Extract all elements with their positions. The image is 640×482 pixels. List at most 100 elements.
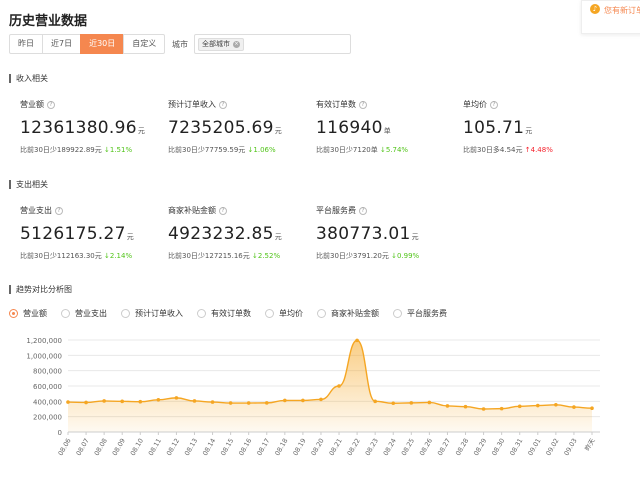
metric-value: 105.71 xyxy=(463,118,525,138)
data-point xyxy=(409,401,414,405)
metric-unit: 单 xyxy=(383,127,392,135)
data-point xyxy=(246,401,251,405)
question-circle-icon[interactable]: ? xyxy=(47,100,55,109)
radio-icon xyxy=(61,309,70,318)
x-tick-label: 08.28 xyxy=(454,437,470,457)
data-point xyxy=(572,405,576,409)
x-tick-label: 08.13 xyxy=(183,437,199,457)
radio-merchant-subsidy[interactable]: 商家补贴金额 xyxy=(317,308,379,319)
metric-compare: 比前30日少112163.30元 xyxy=(20,252,102,260)
metric-compare: 比前30日少3791.20元 xyxy=(316,252,389,260)
metric-valid-orders: 有效订单数? 116940单 比前30日少7120单 ↓5.74% xyxy=(316,99,456,155)
radio-icon xyxy=(317,309,326,318)
date-range-tabs: 昨日 近7日 近30日 自定义 xyxy=(9,34,166,54)
question-circle-icon[interactable]: ? xyxy=(490,100,498,109)
metric-revenue: 营业额? 12361380.96元 比前30日少189922.89元 ↓1.51… xyxy=(20,99,160,155)
metric-change: 5.74% xyxy=(385,146,409,154)
data-point xyxy=(192,399,197,403)
metric-label: 预计订单收入 xyxy=(168,100,216,109)
metric-compare: 比前30日少7120单 xyxy=(316,146,378,154)
city-label: 城市 xyxy=(172,40,188,49)
x-tick-label: 09.01 xyxy=(526,437,542,457)
question-circle-icon[interactable]: ? xyxy=(219,206,227,215)
tab-30-days[interactable]: 近30日 xyxy=(80,34,125,54)
question-circle-icon[interactable]: ? xyxy=(359,206,367,215)
x-tick-label: 08.10 xyxy=(129,437,145,457)
radio-expected-order-income[interactable]: 预计订单收入 xyxy=(121,308,183,319)
metric-operating-expense: 营业支出? 5126175.27元 比前30日少112163.30元 ↓2.14… xyxy=(20,205,160,261)
new-order-notice[interactable]: ♪ 您有新订单 xyxy=(581,0,640,34)
data-point xyxy=(210,400,215,404)
metric-label: 单均价 xyxy=(463,100,487,109)
x-tick-label: 昨天 xyxy=(582,436,597,452)
radio-platform-fee[interactable]: 平台服务费 xyxy=(393,308,447,319)
trend-chart[interactable]: 0 200,000 400,000 600,000 800,000 1,000,000 1,… xyxy=(0,326,640,482)
x-tick-label: 08.16 xyxy=(237,437,253,457)
data-point xyxy=(264,401,269,405)
tab-7-days[interactable]: 近7日 xyxy=(42,34,82,54)
metric-value: 7235205.69 xyxy=(168,118,274,138)
metric-unit: 元 xyxy=(137,127,146,135)
data-point xyxy=(301,398,305,403)
radio-icon xyxy=(197,309,206,318)
radio-label: 预计订单收入 xyxy=(135,309,183,318)
x-tick-label: 08.20 xyxy=(309,437,325,457)
tab-custom[interactable]: 自定义 xyxy=(123,34,166,54)
data-point xyxy=(391,401,396,406)
radio-operating-expense[interactable]: 营业支出 xyxy=(61,308,107,319)
metric-value: 12361380.96 xyxy=(20,118,137,138)
x-tick-label: 08.25 xyxy=(400,437,416,457)
metric-change: 1.51% xyxy=(109,146,133,154)
metric-label: 平台服务费 xyxy=(316,206,356,215)
y-tick-label: 200,000 xyxy=(33,414,62,422)
x-tick-label: 08.18 xyxy=(273,437,289,457)
city-select[interactable]: 全部城市 × xyxy=(194,34,351,54)
data-point xyxy=(337,384,341,388)
data-point xyxy=(319,397,323,402)
metric-value: 5126175.27 xyxy=(20,224,126,244)
x-tick-label: 08.29 xyxy=(472,437,488,457)
tab-yesterday[interactable]: 昨日 xyxy=(9,34,43,54)
metric-unit: 元 xyxy=(274,127,283,135)
data-point xyxy=(445,404,450,408)
metric-value: 116940 xyxy=(316,118,383,138)
data-point xyxy=(102,399,106,403)
y-tick-label: 0 xyxy=(58,429,62,437)
x-tick-label: 09.02 xyxy=(544,437,560,457)
metric-label: 营业额 xyxy=(20,100,44,109)
question-circle-icon[interactable]: ? xyxy=(55,206,63,215)
x-tick-label: 08.09 xyxy=(111,437,127,457)
x-tick-label: 08.19 xyxy=(291,437,307,457)
metric-unit: 元 xyxy=(525,127,533,135)
data-point xyxy=(481,407,486,411)
radio-valid-orders[interactable]: 有效订单数 xyxy=(197,308,251,319)
x-tick-label: 08.30 xyxy=(490,437,506,457)
metric-change: 2.14% xyxy=(109,252,133,260)
question-circle-icon[interactable]: ? xyxy=(219,100,227,109)
radio-avg-price[interactable]: 单均价 xyxy=(265,308,303,319)
radio-revenue[interactable]: 营业额 xyxy=(9,308,47,319)
y-tick-label: 600,000 xyxy=(33,383,62,391)
data-point xyxy=(228,401,233,405)
metric-change: 4.48% xyxy=(530,146,553,154)
radio-icon xyxy=(265,309,274,318)
radio-icon xyxy=(9,309,18,318)
x-tick-label: 08.31 xyxy=(508,437,524,457)
section-expense-title: 支出相关 xyxy=(9,179,48,190)
x-tick-label: 08.23 xyxy=(364,437,380,457)
x-tick-label: 09.03 xyxy=(562,437,578,457)
x-tick-label: 08.17 xyxy=(255,437,271,457)
close-icon[interactable]: × xyxy=(233,41,240,48)
metric-merchant-subsidy: 商家补贴金额? 4923232.85元 比前30日少127215.16元 ↓2.… xyxy=(168,205,308,261)
x-tick-label: 08.15 xyxy=(219,437,235,457)
metric-compare: 比前30日少189922.89元 xyxy=(20,146,102,154)
metric-value: 380773.01 xyxy=(316,224,411,244)
x-tick-label: 08.07 xyxy=(75,437,91,457)
radio-label: 营业支出 xyxy=(75,309,107,318)
page-title: 历史营业数据 xyxy=(9,14,88,29)
data-point xyxy=(120,399,125,404)
data-point xyxy=(499,406,504,411)
question-circle-icon[interactable]: ? xyxy=(359,100,367,109)
metric-unit: 元 xyxy=(274,233,283,241)
data-point xyxy=(355,338,359,343)
